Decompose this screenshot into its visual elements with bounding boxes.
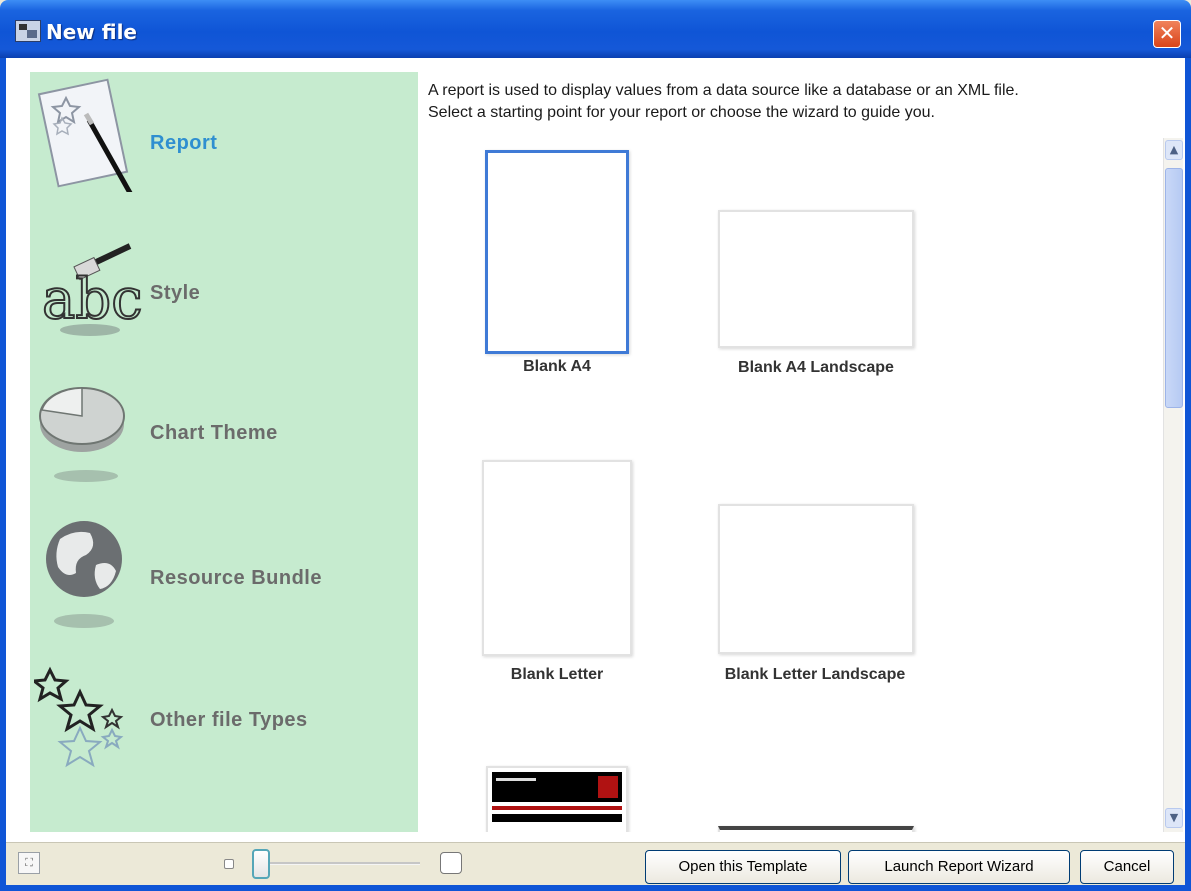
template-styled-preview[interactable] xyxy=(486,766,628,832)
category-label: Resource Bundle xyxy=(150,567,322,589)
template-gallery: Blank A4 Blank A4 Landscape Blank Letter… xyxy=(420,138,1162,832)
template-blank-a4-landscape[interactable] xyxy=(718,210,914,348)
preview-header-band xyxy=(492,772,622,802)
app-icon xyxy=(15,20,41,42)
zoom-slider-thumb[interactable] xyxy=(252,849,270,879)
category-resource-bundle[interactable]: Resource Bundle xyxy=(30,512,418,642)
style-icon: abc xyxy=(41,243,144,336)
preview-accent-block xyxy=(598,776,618,798)
category-other-file-types[interactable]: Other file Types xyxy=(30,657,418,787)
globe-icon xyxy=(46,521,122,628)
template-label: Blank A4 Landscape xyxy=(738,359,894,376)
description-line: Select a starting point for your report … xyxy=(428,104,935,121)
zoom-out-icon[interactable] xyxy=(224,859,234,869)
cancel-button[interactable]: Cancel xyxy=(1080,850,1174,884)
category-label: Chart Theme xyxy=(150,422,278,444)
template-label: Blank Letter xyxy=(510,666,604,683)
chart-theme-icon xyxy=(39,387,125,482)
gallery-scrollbar[interactable]: ▲ ▼ xyxy=(1163,138,1183,832)
zoom-slider-track[interactable] xyxy=(270,862,420,865)
stars-icon xyxy=(34,666,124,768)
fit-view-icon[interactable]: ⛶ xyxy=(18,852,40,874)
template-partial-preview[interactable] xyxy=(718,826,914,832)
open-template-button[interactable]: Open this Template xyxy=(645,850,841,884)
template-blank-letter[interactable] xyxy=(482,460,632,656)
template-label: Blank A4 xyxy=(523,358,591,375)
preview-red-rule xyxy=(492,806,622,810)
description-line: A report is used to display values from … xyxy=(428,82,1019,99)
category-label: Report xyxy=(150,132,218,154)
preview-title-line xyxy=(496,778,536,781)
description: A report is used to display values from … xyxy=(428,80,1168,124)
scroll-up-button[interactable]: ▲ xyxy=(1165,140,1183,160)
category-label: Other file Types xyxy=(150,709,308,731)
category-style[interactable]: abc Style xyxy=(30,222,418,352)
template-label: Blank Letter Landscape xyxy=(724,666,906,683)
report-icon xyxy=(37,78,133,192)
scroll-thumb[interactable] xyxy=(1165,168,1183,408)
launch-wizard-button[interactable]: Launch Report Wizard xyxy=(848,850,1070,884)
scroll-down-button[interactable]: ▼ xyxy=(1165,808,1183,828)
category-label: Style xyxy=(150,282,201,304)
category-chart-theme[interactable]: Chart Theme xyxy=(30,367,418,497)
window-title: New file xyxy=(46,20,137,44)
category-panel: Report abc Style Chart Theme Resource Bu… xyxy=(30,72,418,832)
title-bar: New file ✕ xyxy=(0,0,1191,58)
category-report[interactable]: Report xyxy=(30,72,418,202)
template-blank-a4[interactable] xyxy=(485,150,629,354)
svg-text:abc: abc xyxy=(42,267,143,332)
template-blank-letter-landscape[interactable] xyxy=(718,504,914,654)
close-button[interactable]: ✕ xyxy=(1153,20,1181,48)
zoom-in-icon[interactable] xyxy=(440,852,462,874)
preview-black-rule xyxy=(492,814,622,822)
